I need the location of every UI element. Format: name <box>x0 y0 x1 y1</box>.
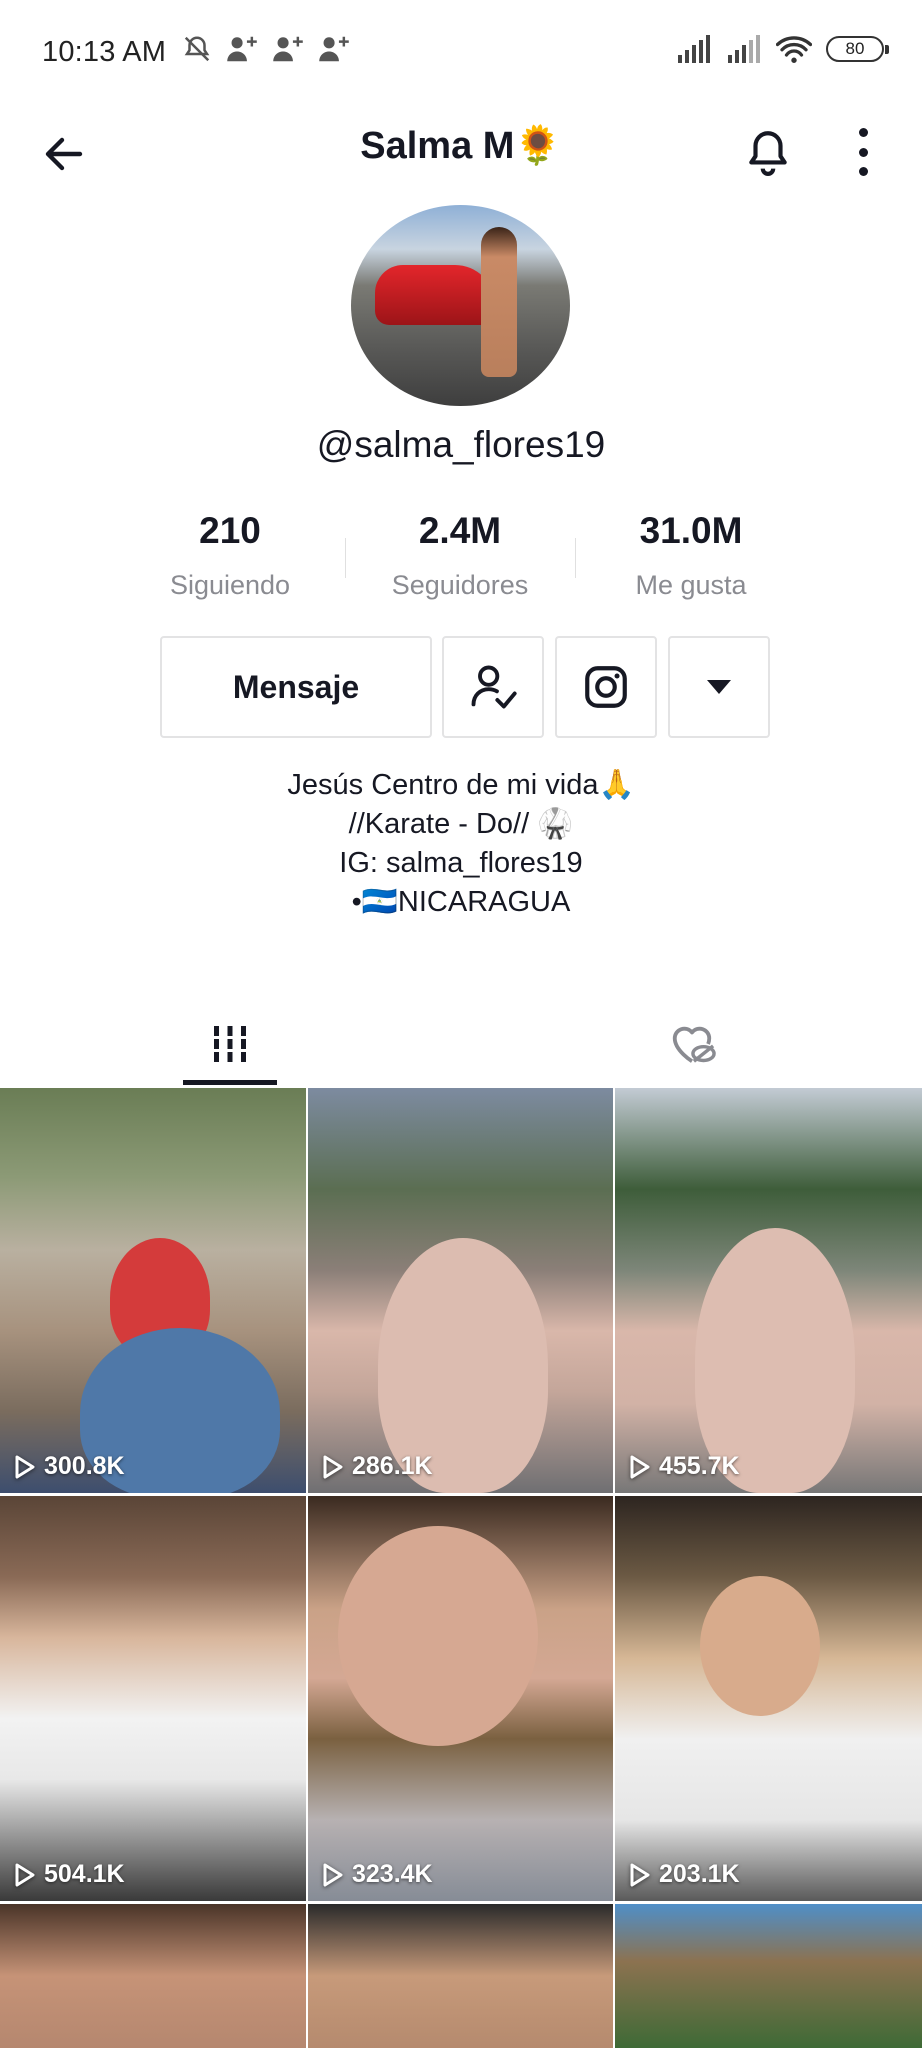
video-thumbnail[interactable]: 455.7K <box>615 1088 922 1493</box>
active-tab-indicator <box>183 1080 277 1085</box>
following-button[interactable] <box>442 636 544 738</box>
play-icon <box>323 1863 343 1886</box>
avatar[interactable] <box>351 205 570 406</box>
profile-stats: 210 Siguiendo 2.4M Seguidores 31.0M Me g… <box>0 510 922 610</box>
message-button[interactable]: Mensaje <box>160 636 432 738</box>
view-count: 300.8K <box>14 1452 125 1481</box>
view-count-text: 286.1K <box>352 1452 433 1480</box>
status-icons-left <box>182 34 350 64</box>
view-count-text: 323.4K <box>352 1860 433 1888</box>
video-thumbnail[interactable]: 286.1K <box>308 1088 613 1493</box>
bio-line: •🇳🇮NICARAGUA <box>351 886 571 918</box>
view-count: 203.1K <box>629 1860 740 1889</box>
liked-hidden-icon <box>672 1026 716 1063</box>
bio-line: //Karate - Do// 🥋 <box>348 808 574 840</box>
add-user-icon <box>227 36 257 62</box>
profile-actions: Mensaje <box>0 636 922 738</box>
grid-icon <box>210 1026 250 1062</box>
user-check-icon <box>471 665 517 709</box>
stat-followers[interactable]: 2.4M Seguidores <box>360 510 560 601</box>
video-thumbnail[interactable]: 323.4K <box>308 1496 613 1901</box>
instagram-icon <box>585 666 627 708</box>
thumbnail-figure <box>700 1576 820 1716</box>
stat-likes[interactable]: 31.0M Me gusta <box>591 510 791 601</box>
stat-label: Siguiendo <box>169 570 291 600</box>
dot-icon <box>858 147 868 157</box>
bio-line: Jesús Centro de mi vida🙏 <box>287 769 635 801</box>
play-icon <box>630 1455 650 1478</box>
play-icon <box>630 1863 650 1886</box>
profile-bio: Jesús Centro de mi vida🙏 //Karate - Do//… <box>0 766 922 922</box>
stat-value: 31.0M <box>639 510 743 551</box>
tab-videos[interactable] <box>183 1000 277 1088</box>
stat-label: Me gusta <box>635 570 747 600</box>
profile-header: Salma M🌻 <box>0 108 922 218</box>
view-count: 286.1K <box>322 1452 433 1481</box>
stat-label: Seguidores <box>391 570 529 600</box>
view-count: 323.4K <box>322 1860 433 1889</box>
view-count: 504.1K <box>14 1860 125 1889</box>
video-thumbnail[interactable] <box>308 1904 613 2048</box>
username: @salma_flores19 <box>316 424 606 465</box>
instagram-button[interactable] <box>555 636 657 738</box>
view-count-text: 504.1K <box>44 1860 125 1888</box>
thumbnail-figure <box>338 1526 538 1746</box>
divider <box>345 538 346 578</box>
content-tabs <box>0 1000 922 1088</box>
stat-following[interactable]: 210 Siguiendo <box>130 510 330 601</box>
add-user-icon <box>319 36 349 62</box>
stat-value: 210 <box>199 510 261 551</box>
more-options-button[interactable] <box>848 122 878 182</box>
bio-line: IG: salma_flores19 <box>339 847 583 879</box>
bell-icon <box>749 131 787 176</box>
view-count: 455.7K <box>629 1452 740 1481</box>
video-thumbnail[interactable] <box>615 1904 922 2048</box>
signal-icon <box>728 35 760 63</box>
avatar-photo-car <box>375 265 495 325</box>
divider <box>575 538 576 578</box>
muted-bell-icon <box>184 36 210 62</box>
play-icon <box>15 1455 35 1478</box>
dot-icon <box>858 128 868 137</box>
battery-indicator: 80 <box>826 36 889 62</box>
tab-liked-private[interactable] <box>645 1000 739 1088</box>
view-count-text: 203.1K <box>659 1860 740 1888</box>
video-thumbnail[interactable]: 504.1K <box>0 1496 306 1901</box>
view-count-text: 455.7K <box>659 1452 740 1480</box>
view-count-text: 300.8K <box>44 1452 125 1480</box>
suggested-accounts-dropdown[interactable] <box>668 636 770 738</box>
avatar-photo-person <box>481 227 517 377</box>
status-icons-right: 80 <box>676 34 889 64</box>
caret-down-icon <box>707 680 731 694</box>
stat-value: 2.4M <box>418 510 502 551</box>
video-thumbnail[interactable] <box>0 1904 306 2048</box>
status-time: 10:13 AM <box>42 36 167 68</box>
signal-icon <box>678 35 710 63</box>
play-icon <box>15 1863 35 1886</box>
play-icon <box>323 1455 343 1478</box>
video-thumbnail[interactable]: 300.8K <box>0 1088 306 1493</box>
dot-icon <box>858 167 868 176</box>
wifi-icon <box>776 36 812 63</box>
video-thumbnail[interactable]: 203.1K <box>615 1496 922 1901</box>
notifications-button[interactable] <box>738 122 798 182</box>
status-bar: 10:13 AM 80 <box>0 0 922 108</box>
add-user-icon <box>273 36 303 62</box>
